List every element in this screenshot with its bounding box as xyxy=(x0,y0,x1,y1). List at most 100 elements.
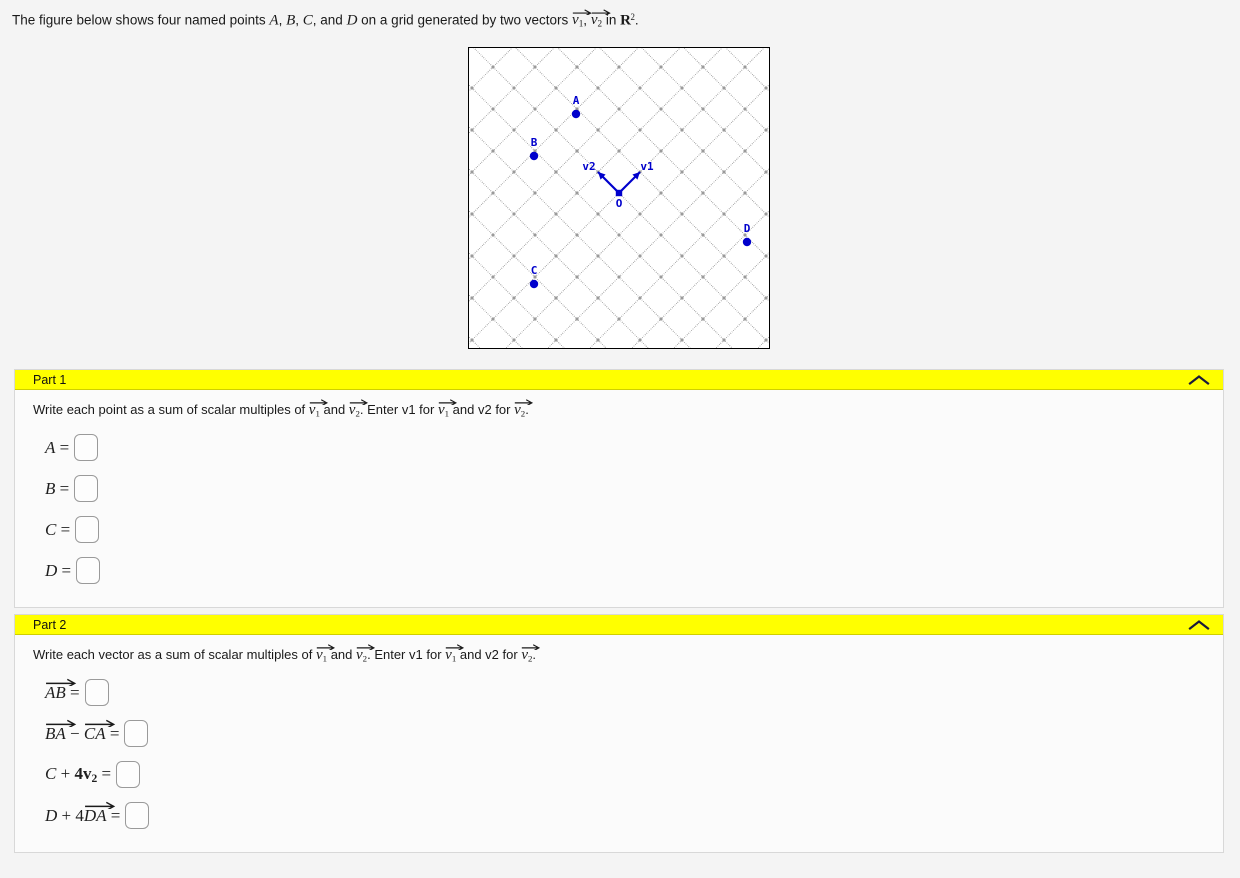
p2-enter-v2: v2 xyxy=(485,647,499,662)
vector-label-v1: v1 xyxy=(640,160,654,173)
p2-vec-v1: v1 xyxy=(316,644,336,664)
grid-node xyxy=(722,128,726,132)
row-a-label: A = xyxy=(45,438,69,458)
row-c-equals: = xyxy=(56,519,71,539)
grid-node xyxy=(680,170,684,174)
row-b-equals: = xyxy=(55,478,70,498)
p2-vec-v2-b: v2 xyxy=(521,644,541,664)
p2-v1b-sub: 1 xyxy=(451,653,457,664)
grid-node xyxy=(554,338,558,342)
grid-node xyxy=(701,149,705,153)
grid-node xyxy=(491,233,495,237)
row-b-letter: B xyxy=(45,478,56,498)
p2-instr-pre: Write each vector as a sum of scalar mul… xyxy=(33,647,316,662)
p2-vec-v2: v2 xyxy=(356,644,376,664)
grid-node xyxy=(617,275,621,279)
prompt-vector-v2: v2 xyxy=(591,9,611,29)
row-d4da-letter: D xyxy=(45,805,58,825)
p1-v1b-sub: 1 xyxy=(444,408,450,419)
answer-input-d-plus-4da[interactable] xyxy=(125,802,150,829)
grid-node xyxy=(575,275,579,279)
grid-node xyxy=(701,233,705,237)
grid-node xyxy=(764,296,768,300)
grid-node xyxy=(638,128,642,132)
grid-node xyxy=(659,107,663,111)
row-c4v2-coef: 4 xyxy=(74,763,83,783)
part-1-instruction: Write each point as a sum of scalar mult… xyxy=(15,399,1223,419)
grid-node xyxy=(470,86,474,90)
answer-input-ab[interactable] xyxy=(84,679,109,706)
row-d4da-plus: + xyxy=(57,805,76,825)
part-2-collapse-button[interactable] xyxy=(1185,617,1213,633)
p1-v2b-letter: v xyxy=(514,402,521,418)
row-d4da-label: D + 4 DA = xyxy=(45,802,121,826)
row-a-equals: = xyxy=(55,437,70,457)
row-d4da-equals: = xyxy=(106,805,121,825)
prompt-in: in xyxy=(602,12,621,28)
prompt-point-a: A xyxy=(269,12,279,29)
row-ba-expr: BA xyxy=(45,723,66,743)
p1-instr-for-2: for xyxy=(491,402,515,417)
row-c4v2-letter: C xyxy=(45,763,57,783)
answer-input-b[interactable] xyxy=(74,475,99,502)
grid-node xyxy=(596,296,600,300)
grid-node xyxy=(722,254,726,258)
p2-vec-v1-b: v1 xyxy=(445,644,465,664)
answer-input-ba-minus-ca[interactable] xyxy=(124,720,149,747)
part-1-collapse-button[interactable] xyxy=(1185,372,1213,388)
row-ba-ca-minus: − xyxy=(65,723,84,743)
p2-instr-mid: . Enter xyxy=(367,647,410,662)
grid-node xyxy=(470,170,474,174)
row-ab-label: AB = xyxy=(45,679,80,703)
part-2-panel: Part 2 Write each vector as a sum of sca… xyxy=(14,614,1224,853)
row-c4v2-label: C + 4v2 = xyxy=(45,764,111,785)
answer-input-d[interactable] xyxy=(76,557,101,584)
part-1-header[interactable]: Part 1 xyxy=(15,370,1223,390)
part-1-row-a: A = xyxy=(15,427,1223,468)
answer-input-c[interactable] xyxy=(75,516,100,543)
row-da-expr: DA xyxy=(83,805,107,825)
grid-node xyxy=(596,338,600,342)
grid-node xyxy=(491,317,495,321)
grid-node xyxy=(638,212,642,216)
prompt-period: . xyxy=(634,12,639,28)
row-c-letter: C xyxy=(45,519,57,539)
p1-v2b-sub: 2 xyxy=(520,408,526,419)
part-2-row-ab: AB = xyxy=(15,672,1223,713)
grid-node xyxy=(554,212,558,216)
grid-node xyxy=(596,254,600,258)
grid-node xyxy=(638,296,642,300)
grid-node xyxy=(512,212,516,216)
grid-node xyxy=(638,86,642,90)
grid-node xyxy=(596,86,600,90)
point-label-A: A xyxy=(573,94,580,107)
grid-node xyxy=(533,107,537,111)
row-c4v2-equals: = xyxy=(97,763,112,783)
grid-node xyxy=(617,233,621,237)
grid-node xyxy=(743,149,747,153)
row-ba-ca-label: BA − CA = xyxy=(45,720,119,744)
point-label-D: D xyxy=(744,222,751,235)
prompt-field-symbol: R xyxy=(620,12,631,29)
answer-input-a[interactable] xyxy=(74,434,99,461)
vector-label-v2: v2 xyxy=(582,160,595,173)
grid-node xyxy=(491,149,495,153)
figure-svg: v1 v2 O A B C D xyxy=(469,48,769,348)
grid-node xyxy=(659,275,663,279)
grid-node xyxy=(575,233,579,237)
grid-node xyxy=(575,65,579,69)
grid-node xyxy=(638,254,642,258)
p1-instr-end: . xyxy=(525,402,529,417)
grid-node xyxy=(533,191,537,195)
grid-node xyxy=(659,191,663,195)
part-2-header[interactable]: Part 2 xyxy=(15,615,1223,635)
grid-node xyxy=(554,170,558,174)
part-2-title: Part 2 xyxy=(33,618,67,632)
answer-input-c-plus-4v2[interactable] xyxy=(116,761,141,788)
row-c4v2-plus: + xyxy=(56,763,75,783)
row-d4da-coef: 4 xyxy=(75,805,84,825)
prompt-sep-1: , xyxy=(278,12,287,28)
p1-vec-v2: v2 xyxy=(349,399,368,419)
p2-v2-sub: 2 xyxy=(362,653,368,664)
grid-node xyxy=(701,107,705,111)
